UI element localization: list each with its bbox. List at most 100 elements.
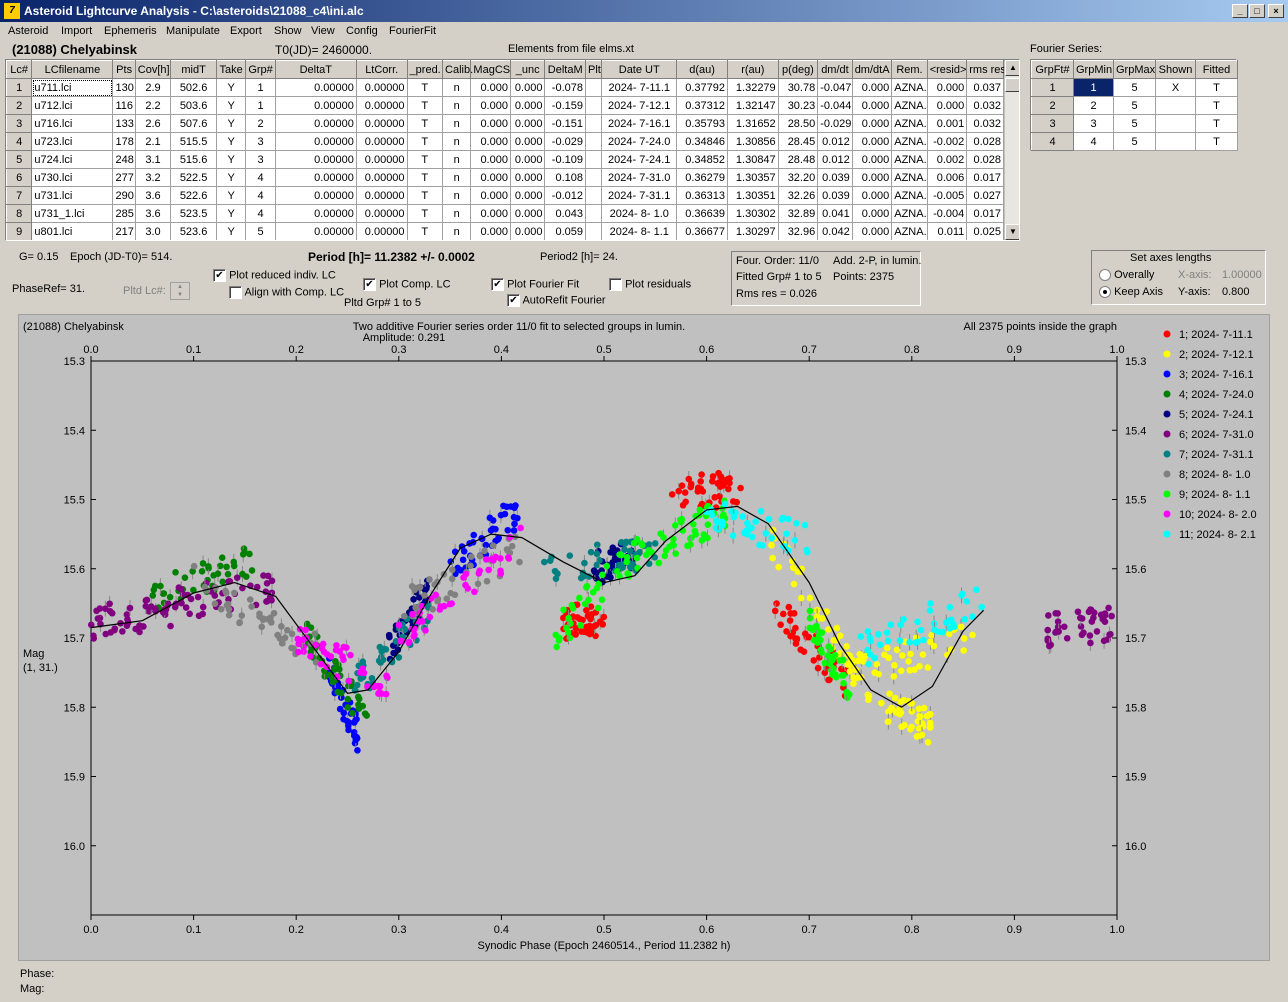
menu-view[interactable]: View [311, 25, 335, 37]
menu-manipulate[interactable]: Manipulate [166, 25, 220, 37]
fourier-cell[interactable]: 1 [1073, 78, 1114, 97]
fourier-cell[interactable]: 5 [1113, 96, 1156, 115]
table-cell[interactable]: 1 [245, 78, 276, 97]
table-cell[interactable]: 1 [245, 96, 276, 115]
table-cell[interactable]: 3 [245, 132, 276, 151]
table-cell[interactable]: T [406, 96, 444, 115]
table-cell[interactable]: 0.000 [851, 78, 893, 97]
table-cell[interactable]: -0.159 [544, 96, 586, 115]
lc-col-header[interactable]: DeltaT [274, 60, 357, 79]
table-cell[interactable]: Y [215, 168, 247, 187]
table-cell[interactable]: 178 [112, 132, 136, 151]
table-cell[interactable]: 522.6 [170, 186, 217, 205]
table-cell[interactable]: 9 [6, 222, 33, 240]
lc-col-header[interactable]: Pts [112, 60, 136, 79]
table-cell[interactable]: 2 [245, 114, 276, 133]
table-cell[interactable]: 133 [112, 114, 136, 133]
table-cell[interactable]: 0.000 [509, 186, 546, 205]
table-cell[interactable]: AZNA. [891, 78, 928, 97]
table-cell[interactable]: Y [215, 114, 247, 133]
table-cell[interactable]: 522.5 [170, 168, 217, 187]
table-cell[interactable]: 0.000 [509, 96, 546, 115]
table-cell[interactable]: 32.89 [777, 204, 819, 223]
table-row[interactable]: 5 u724.lci 248 3.1 515.6 Y 3 0.00000 0.00000 Tn 0.… [6, 150, 1004, 169]
table-cell[interactable]: 1.30351 [726, 186, 779, 205]
table-cell[interactable]: 0.36313 [676, 186, 728, 205]
table-cell[interactable]: T [406, 204, 444, 223]
table-cell[interactable]: 0.000 [470, 132, 511, 151]
lc-col-header[interactable]: LCfilename [31, 60, 114, 79]
table-cell[interactable]: 2024- 8- 1.0 [601, 204, 678, 223]
table-cell[interactable]: 0.028 [966, 150, 1004, 169]
table-cell[interactable]: 0.043 [544, 204, 586, 223]
table-cell[interactable]: 0.000 [851, 114, 893, 133]
table-cell[interactable]: -0.151 [544, 114, 586, 133]
table-row[interactable]: 3 u716.lci 133 2.6 507.6 Y 2 0.00000 0.00000 Tn 0.… [6, 114, 1004, 133]
table-cell[interactable]: 290 [112, 186, 136, 205]
table-cell[interactable]: 0.000 [470, 186, 511, 205]
table-row[interactable]: 6 u730.lci 277 3.2 522.5 Y 4 0.00000 0.00000 Tn 0.… [6, 168, 1004, 187]
table-cell[interactable]: 0.039 [817, 186, 853, 205]
minimize-button[interactable]: _ [1232, 4, 1248, 18]
fourier-row[interactable]: 335T [1031, 114, 1238, 133]
menu-ephemeris[interactable]: Ephemeris [104, 25, 157, 37]
table-cell[interactable] [584, 132, 603, 151]
table-cell[interactable]: 523.5 [170, 204, 217, 223]
lc-col-header[interactable]: p(deg) [777, 60, 819, 79]
table-cell[interactable]: 0.041 [817, 204, 853, 223]
table-cell[interactable]: 515.5 [170, 132, 217, 151]
table-cell[interactable]: 5 [6, 150, 33, 169]
table-cell[interactable]: 1.31652 [726, 114, 779, 133]
table-cell[interactable]: Y [215, 204, 247, 223]
table-cell[interactable]: 0.000 [470, 96, 511, 115]
y-axis-value[interactable]: 0.800 [1222, 286, 1250, 298]
table-cell[interactable]: u723.lci [31, 132, 114, 151]
fourier-cell[interactable]: 4 [1073, 132, 1114, 151]
table-cell[interactable]: -0.029 [817, 114, 853, 133]
table-cell[interactable]: 0.000 [509, 168, 546, 187]
table-cell[interactable] [584, 204, 603, 223]
table-cell[interactable]: 0.017 [966, 168, 1004, 187]
lc-col-header[interactable]: _unc [509, 60, 546, 79]
table-cell[interactable]: 3.1 [134, 150, 172, 169]
chart-panel[interactable]: 0.0 0.0 0.1 0.1 0.2 0.2 0.3 0.3 0.4 0.4 0.5 0.5 0.6 0… [18, 314, 1270, 961]
table-cell[interactable]: 0.000 [509, 222, 546, 240]
table-cell[interactable]: 0.001 [926, 114, 968, 133]
lc-col-header[interactable]: dm/dt [817, 60, 853, 79]
table-cell[interactable]: n [442, 114, 472, 133]
menu-show[interactable]: Show [274, 25, 302, 37]
table-cell[interactable]: u712.lci [31, 96, 114, 115]
table-cell[interactable]: 0.059 [544, 222, 586, 240]
table-cell[interactable]: T [406, 132, 444, 151]
lightcurve-chart[interactable]: 0.0 0.0 0.1 0.1 0.2 0.2 0.3 0.3 0.4 0.4 0.5 0.5 0.6 0… [19, 315, 1269, 960]
table-cell[interactable]: 130 [112, 78, 136, 97]
menu-fourierfit[interactable]: FourierFit [389, 25, 436, 37]
table-cell[interactable]: 0.00000 [355, 168, 408, 187]
fourier-row[interactable]: 445T [1031, 132, 1238, 151]
table-cell[interactable]: Y [215, 150, 247, 169]
fourier-cell[interactable]: X [1155, 78, 1196, 97]
lc-col-header[interactable]: LtCorr. [355, 60, 408, 79]
table-cell[interactable]: 6 [6, 168, 33, 187]
table-cell[interactable]: 1 [6, 78, 33, 97]
table-cell[interactable]: 28.48 [777, 150, 819, 169]
table-cell[interactable]: 0.000 [851, 222, 893, 240]
table-cell[interactable]: 1.30856 [726, 132, 779, 151]
table-cell[interactable]: 0.000 [509, 114, 546, 133]
table-cell[interactable] [584, 114, 603, 133]
table-cell[interactable]: 0.36677 [676, 222, 728, 240]
table-cell[interactable]: u730.lci [31, 168, 114, 187]
table-cell[interactable]: 0.00000 [355, 222, 408, 240]
menu-config[interactable]: Config [346, 25, 378, 37]
table-cell[interactable]: 515.6 [170, 150, 217, 169]
table-cell[interactable]: 285 [112, 204, 136, 223]
table-cell[interactable]: 2024- 7-12.1 [601, 96, 678, 115]
table-cell[interactable]: u716.lci [31, 114, 114, 133]
table-cell[interactable]: 0.000 [926, 78, 968, 97]
fourier-row[interactable]: 115XT [1031, 78, 1238, 97]
table-cell[interactable]: 507.6 [170, 114, 217, 133]
table-cell[interactable] [584, 186, 603, 205]
table-cell[interactable]: 4 [6, 132, 33, 151]
table-cell[interactable]: AZNA. [891, 132, 928, 151]
table-cell[interactable]: 0.000 [851, 186, 893, 205]
